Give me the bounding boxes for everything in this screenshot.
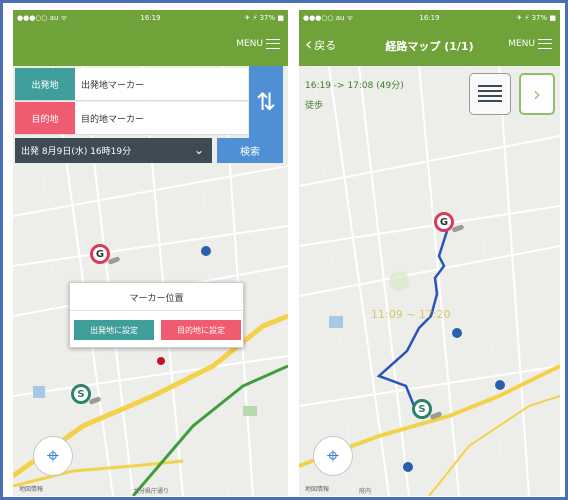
route-mode: 徒歩 bbox=[305, 101, 324, 111]
route-time: 16:19 -> 17:08 (49分) bbox=[305, 81, 404, 91]
menu-button[interactable]: MENU bbox=[508, 39, 552, 49]
chevron-right-icon: › bbox=[533, 82, 541, 106]
station-icon bbox=[452, 328, 462, 338]
timeline-overlay-text: 11:09 ~ 17:20 bbox=[371, 308, 451, 321]
map-roads bbox=[299, 66, 560, 496]
destination-value: 目的地マーカー bbox=[81, 114, 145, 125]
nav-bar: MENU bbox=[13, 26, 288, 66]
status-bar: ●●●○○ au ᯤ 16:19 ✈ ⚡ 37% ■ bbox=[299, 10, 560, 26]
carrier-signal: ●●●○○ au ᯤ bbox=[17, 13, 68, 22]
carrier-signal: ●●●○○ au ᯤ bbox=[303, 13, 354, 22]
search-screen: ●●●○○ au ᯤ 16:19 ✈ ⚡ 37% ■ MENU 出発地 出発地マ… bbox=[13, 10, 288, 496]
station-icon bbox=[201, 246, 211, 256]
list-icon bbox=[478, 85, 502, 103]
status-bar: ●●●○○ au ᯤ 16:19 ✈ ⚡ 37% ■ bbox=[13, 10, 288, 26]
swap-icon: ⇅ bbox=[255, 88, 277, 116]
start-marker[interactable]: S bbox=[71, 384, 91, 404]
menu-label: MENU bbox=[236, 39, 263, 49]
set-destination-button[interactable]: 目的地に設定 bbox=[161, 320, 241, 340]
origin-value: 出発地マーカー bbox=[81, 80, 145, 91]
battery-indicator: ✈ ⚡ 37% ■ bbox=[516, 14, 556, 22]
map-street-label: 府内 bbox=[359, 488, 372, 495]
goal-marker-label: G bbox=[95, 248, 105, 260]
status-time: 16:19 bbox=[140, 14, 161, 22]
hamburger-icon bbox=[266, 39, 280, 49]
map-view[interactable]: 16:19 -> 17:08 (49分) 徒歩 › 11:09 ~ 17:20 … bbox=[299, 66, 560, 496]
crosshair-icon: ⌖ bbox=[46, 443, 60, 469]
goal-marker-label: G bbox=[439, 216, 449, 228]
goal-marker[interactable]: G bbox=[90, 244, 110, 264]
origin-label: 出発地 bbox=[15, 68, 75, 100]
start-marker-label: S bbox=[418, 403, 426, 415]
swap-button[interactable]: ⇅ bbox=[249, 66, 283, 138]
marker-popup: マーカー位置 出発地に設定 目的地に設定 bbox=[69, 282, 244, 348]
search-button-label: 検索 bbox=[240, 147, 260, 158]
next-route-button[interactable]: › bbox=[519, 73, 555, 115]
map-corner-label: 地図情報 bbox=[19, 486, 44, 493]
crosshair-icon: ⌖ bbox=[326, 443, 340, 469]
map-street-label: 大分県庁通り bbox=[133, 488, 170, 495]
popup-title: マーカー位置 bbox=[70, 283, 243, 311]
start-marker[interactable]: S bbox=[412, 399, 432, 419]
route-list-button[interactable] bbox=[469, 73, 511, 115]
hamburger-icon bbox=[538, 39, 552, 49]
nav-bar: ‹ 戻る 経路マップ (1/1) MENU bbox=[299, 26, 560, 66]
goal-marker[interactable]: G bbox=[434, 212, 454, 232]
start-marker-label: S bbox=[77, 388, 85, 400]
search-button[interactable]: 検索 bbox=[217, 138, 283, 163]
status-time: 16:19 bbox=[419, 14, 440, 22]
datetime-selector[interactable]: 出発 8月9日(水) 16時19分 ⌄ bbox=[15, 138, 212, 163]
road-sign-icon bbox=[495, 380, 505, 390]
current-location-button[interactable]: ⌖ bbox=[313, 436, 353, 476]
origin-row[interactable]: 出発地 出発地マーカー bbox=[15, 68, 248, 101]
destination-row[interactable]: 目的地 目的地マーカー bbox=[15, 102, 248, 135]
road-sign-icon bbox=[403, 462, 413, 472]
destination-label: 目的地 bbox=[15, 102, 75, 134]
chevron-down-icon: ⌄ bbox=[193, 143, 204, 157]
battery-indicator: ✈ ⚡ 37% ■ bbox=[244, 14, 284, 22]
datetime-text: 出発 8月9日(水) 16時19分 bbox=[21, 147, 132, 157]
map-view[interactable]: 出発地 出発地マーカー 目的地 目的地マーカー ⇅ 出発 8月9日(水) 16時… bbox=[13, 66, 288, 496]
screenshot-frame: ●●●○○ au ᯤ 16:19 ✈ ⚡ 37% ■ MENU 出発地 出発地マ… bbox=[0, 0, 568, 500]
set-origin-button[interactable]: 出発地に設定 bbox=[74, 320, 154, 340]
map-corner-label: 地図情報 bbox=[305, 486, 330, 493]
route-map-screen: ●●●○○ au ᯤ 16:19 ✈ ⚡ 37% ■ ‹ 戻る 経路マップ (1… bbox=[299, 10, 560, 496]
menu-button[interactable]: MENU bbox=[236, 39, 280, 49]
menu-label: MENU bbox=[508, 39, 535, 49]
current-location-button[interactable]: ⌖ bbox=[33, 436, 73, 476]
